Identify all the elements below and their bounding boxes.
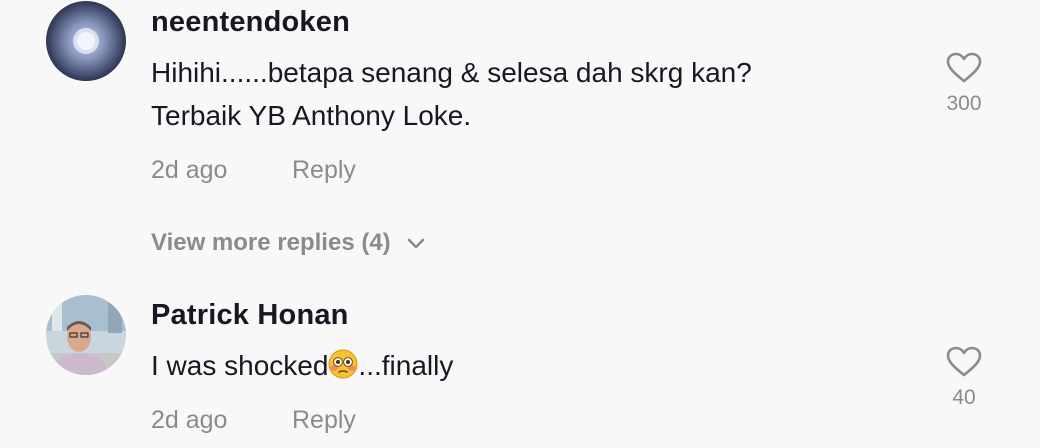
like-button[interactable]: 40 xyxy=(924,346,1004,410)
avatar[interactable] xyxy=(46,295,126,375)
heart-outline-icon[interactable] xyxy=(924,346,1004,378)
comment-text: I was shocked ...finally xyxy=(151,344,453,387)
comment-item: Patrick Honan I was shocked ...finally 2… xyxy=(0,0,1040,448)
comment-meta: 2d ago Reply xyxy=(151,406,551,435)
comment-time: 2d ago xyxy=(151,406,228,434)
comment-text-part: ...finally xyxy=(358,350,454,381)
flushed-face-icon xyxy=(328,348,358,379)
comment-text-part: I was shocked xyxy=(151,350,329,381)
like-count: 40 xyxy=(952,386,976,409)
comment-username[interactable]: Patrick Honan xyxy=(151,299,349,332)
reply-button[interactable]: Reply xyxy=(292,406,356,435)
